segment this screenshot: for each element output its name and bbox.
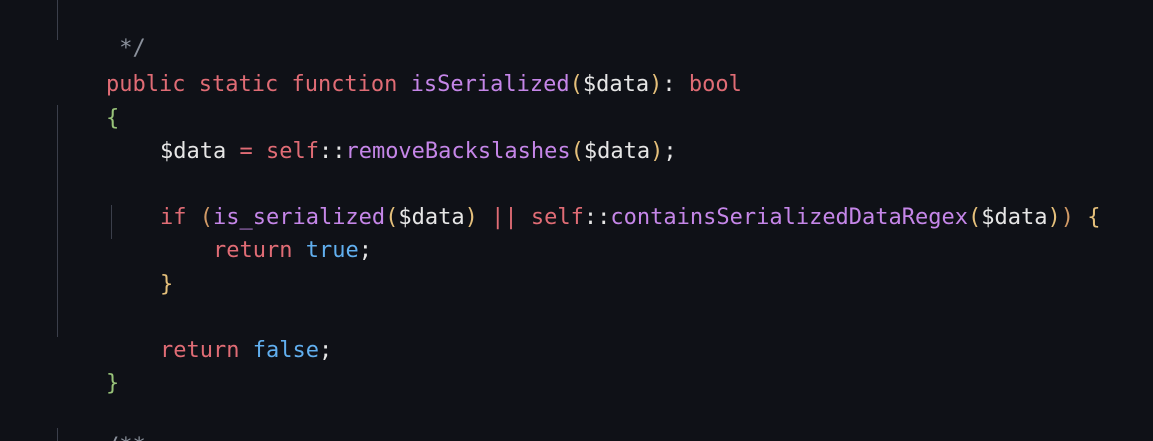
fn2-arg-data: $data — [981, 205, 1048, 230]
code-line-return-false: return false; — [107, 306, 332, 363]
code-line-return-true: return true; — [160, 206, 372, 263]
paren-close: ) — [650, 139, 664, 164]
method-remove-backslashes: removeBackslashes — [345, 139, 571, 164]
function-name: isSerialized — [410, 72, 570, 97]
doc-comment-open: /** — [106, 434, 146, 441]
code-line-doc-open: /** — [53, 402, 146, 441]
paren-close: ) — [1060, 205, 1074, 230]
semicolon: ; — [318, 338, 333, 363]
scope-op: :: — [318, 139, 346, 164]
self-keyword: self — [530, 205, 584, 230]
fn1-paren-open: ( — [385, 205, 399, 230]
code-line-signature: public static function isSerialized($dat… — [53, 40, 742, 97]
var-data: $data — [159, 139, 227, 164]
fn2-paren-open: ( — [968, 205, 982, 230]
paren-open: ( — [569, 72, 583, 97]
code-line-brace-open: { — [53, 74, 119, 131]
fn1-arg-data: $data — [398, 205, 465, 230]
scope-op: :: — [583, 205, 611, 230]
code-editor[interactable]: */ public static function isSerialized($… — [0, 0, 1153, 441]
or-operator: || — [491, 205, 518, 230]
colon: : — [662, 72, 676, 97]
keyword-static: static — [198, 72, 279, 97]
paren-open: ( — [570, 139, 584, 164]
code-line-if: if (is_serialized($data) || self::contai… — [107, 173, 1101, 230]
semicolon: ; — [358, 238, 372, 263]
value-true: true — [305, 238, 359, 263]
paren-close: ) — [649, 72, 663, 97]
if-brace-open: { — [1087, 205, 1101, 230]
brace-close: } — [105, 371, 120, 396]
value-false: false — [252, 338, 319, 363]
code-line-comment-close: */ — [53, 4, 146, 61]
if-brace-close: } — [159, 272, 174, 297]
code-line-brace-close: } — [53, 339, 119, 396]
semicolon: ; — [663, 139, 677, 164]
arg-data: $data — [583, 139, 651, 164]
keyword-return: return — [212, 238, 293, 263]
code-line-assign: $data = self::removeBackslashes($data); — [107, 107, 677, 164]
return-type: bool — [688, 72, 742, 97]
fn1-paren-close: ) — [464, 205, 478, 230]
code-line-if-brace-close: } — [107, 240, 173, 297]
keyword-return: return — [159, 338, 240, 363]
method-contains-serialized-data-regex: containsSerializedDataRegex — [610, 205, 969, 230]
fn2-paren-close: ) — [1047, 205, 1061, 230]
self-keyword: self — [265, 139, 319, 164]
keyword-function: function — [291, 72, 398, 97]
assign-op: = — [239, 139, 253, 164]
param-data: $data — [582, 72, 650, 97]
